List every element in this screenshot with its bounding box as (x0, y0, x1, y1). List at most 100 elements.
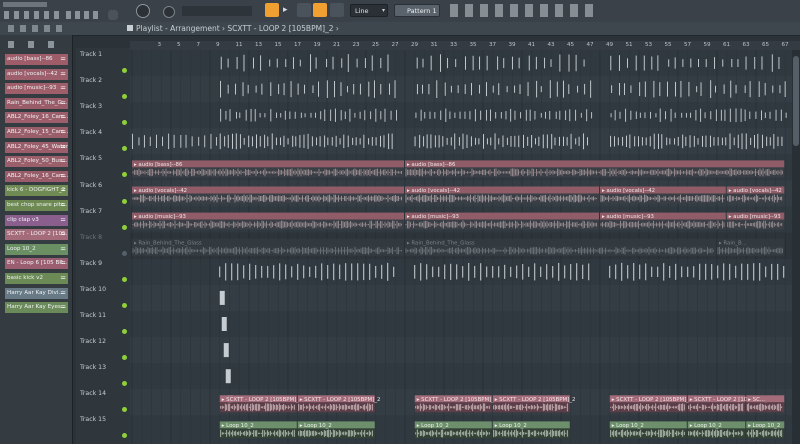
track-label[interactable]: Track 14 (80, 390, 106, 397)
picker-item-menu-icon[interactable]: = (60, 273, 66, 284)
window-shortcut-icons[interactable] (450, 4, 600, 17)
track-label[interactable]: Track 15 (80, 416, 106, 423)
record-mode-button[interactable] (265, 3, 279, 17)
track-mute-led[interactable] (122, 250, 127, 256)
picker-item[interactable]: audio [vocals]--42 = (5, 68, 68, 80)
pattern-clip (223, 343, 229, 358)
wait-input-button[interactable] (330, 3, 344, 17)
clip-label: ▸ Loop 10_2 (612, 423, 644, 429)
picker-item[interactable]: Loop 10_2 = (5, 243, 68, 255)
picker-item[interactable]: SCXTT - LOOP 2 [105... = (5, 229, 68, 241)
picker-item[interactable]: kick 6 - DOGFIGHT_2 = (5, 185, 68, 197)
picker-item-label: ABL2_Foley_16_Carr... (7, 172, 68, 179)
picker-item[interactable]: basic kick v2 = (5, 273, 68, 284)
picker-item-label: ABL2_Foley_50_Bus... (7, 158, 68, 165)
picker-item-menu-icon[interactable]: = (60, 229, 66, 240)
master-pitch-knob[interactable] (163, 6, 175, 18)
track-mute-led[interactable] (122, 381, 127, 387)
picker-item-menu-icon[interactable]: = (60, 244, 66, 255)
track-label[interactable]: Track 10 (80, 286, 106, 293)
picker-item[interactable]: Harry Aar Kay Eyes... = (5, 302, 68, 314)
picker-item-menu-icon[interactable]: = (60, 200, 66, 211)
audio-clip: ▸ audio [bass]--86 (405, 160, 785, 178)
track-label[interactable]: Track 1 (80, 51, 102, 58)
picker-item-menu-icon[interactable]: = (60, 156, 66, 167)
picker-item[interactable]: audio [bass]--86 = (5, 54, 68, 65)
picker-item[interactable]: EN - Loop 6 [105 BP... = (5, 258, 68, 270)
picker-item[interactable]: ABL2_Foley_16_Carr... = (5, 170, 68, 182)
picker-item[interactable]: audio [music]--93 = (5, 83, 68, 95)
picker-item-label: Rain_Behind_The_G... (7, 99, 68, 106)
picker-item-menu-icon[interactable]: = (60, 288, 66, 299)
picker-toolbar-icons[interactable] (8, 41, 64, 48)
picker-item-menu-icon[interactable]: = (60, 142, 66, 153)
audio-clip: ▸ Loop 10_2 (297, 421, 375, 439)
pattern-select[interactable]: Pattern 1 (394, 4, 440, 17)
arrow-right-icon[interactable]: ▸ (283, 5, 288, 15)
playlist-tool-icons[interactable] (4, 11, 64, 19)
master-volume-knob[interactable] (136, 4, 150, 18)
track-mute-led[interactable] (122, 355, 127, 361)
track-mute-led[interactable] (122, 146, 127, 152)
vertical-scrollbar[interactable] (792, 50, 800, 444)
clip-label: ▸ audio [vocals]--42 (729, 188, 782, 194)
track-label[interactable]: Track 11 (80, 312, 106, 319)
picker-item-menu-icon[interactable]: = (60, 171, 66, 182)
track-label[interactable]: Track 13 (80, 364, 106, 371)
clip-label: ▸ Loop 10_2 (222, 423, 254, 429)
picker-item[interactable]: ABL2_Foley_16_Carr... = (5, 112, 68, 124)
scrollbar-thumb[interactable] (793, 56, 799, 146)
track-label[interactable]: Track 6 (80, 182, 102, 189)
track-label[interactable]: Track 7 (80, 208, 102, 215)
track-mute-led[interactable] (122, 172, 127, 178)
ruler-bar-number: 67 (781, 42, 789, 48)
ruler-bar-number: 27 (391, 42, 399, 48)
track-label[interactable]: Track 2 (80, 77, 102, 84)
track-mute-led[interactable] (122, 302, 127, 308)
picker-item[interactable]: best chop snare pitc... = (5, 200, 68, 211)
picker-item-menu-icon[interactable]: = (60, 258, 66, 269)
picker-item[interactable]: clip clap v3 = (5, 214, 68, 226)
playlist-menu-icon[interactable] (127, 25, 133, 31)
picker-item-menu-icon[interactable]: = (60, 127, 66, 138)
clip-body (405, 167, 785, 178)
pattern-clip (225, 369, 231, 384)
track-mute-led[interactable] (122, 198, 127, 204)
clip-label: ▸ SCXTT - LOOP 2 [105BPM]_2 (222, 397, 303, 403)
picker-item[interactable]: ABL2_Foley_15_Carr... = (5, 127, 68, 138)
track-mute-led[interactable] (122, 94, 127, 100)
track-mute-led[interactable] (122, 329, 127, 334)
picker-item-menu-icon[interactable]: = (60, 185, 66, 196)
track-mute-led[interactable] (122, 276, 127, 282)
track-label[interactable]: Track 5 (80, 155, 102, 162)
picker-item-menu-icon[interactable]: = (60, 112, 66, 123)
track-mute-led[interactable] (122, 407, 127, 413)
blend-notes-button[interactable] (297, 3, 311, 17)
picker-item[interactable]: Harry Aar Kay Divi... = (5, 287, 68, 299)
track-label[interactable]: Track 4 (80, 129, 102, 136)
ruler-bar-number: 17 (294, 42, 302, 48)
track-mute-led[interactable] (122, 224, 127, 230)
track-label[interactable]: Track 3 (80, 103, 102, 110)
metronome-button[interactable] (313, 3, 327, 17)
playlist-lanes[interactable]: ▸ audio [bass]--86 ▸ audio [bass]--86 ▸ au… (130, 50, 800, 444)
track-label[interactable]: Track 9 (80, 260, 102, 267)
picker-item-menu-icon[interactable]: = (60, 54, 66, 65)
picker-item-menu-icon[interactable]: = (60, 302, 66, 313)
picker-item-menu-icon[interactable]: = (60, 98, 66, 109)
picker-item[interactable]: Rain_Behind_The_G... = (5, 97, 68, 109)
pattern-selector-icon[interactable] (66, 11, 102, 19)
track-label[interactable]: Track 12 (80, 338, 106, 345)
snap-mode-select[interactable]: Line ▾ (350, 4, 388, 17)
nudge-icon[interactable] (108, 10, 118, 20)
picker-item[interactable]: ABL2_Foley_50_Bus... = (5, 156, 68, 168)
track-mute-led[interactable] (122, 68, 127, 73)
view-options-icons[interactable] (8, 25, 63, 32)
track-mute-led[interactable] (122, 433, 127, 439)
track-mute-led[interactable] (122, 120, 127, 126)
picker-item-menu-icon[interactable]: = (60, 215, 66, 226)
picker-item-menu-icon[interactable]: = (60, 83, 66, 94)
track-label[interactable]: Track 8 (80, 234, 102, 241)
picker-item-menu-icon[interactable]: = (60, 69, 66, 80)
picker-item[interactable]: ABL2_Foley_45_Water = (5, 141, 68, 153)
